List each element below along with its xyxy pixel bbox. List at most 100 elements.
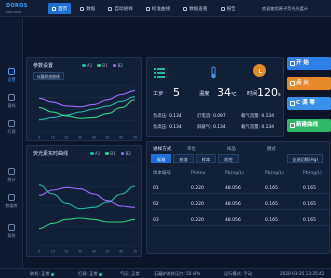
settings-icon [8, 68, 15, 75]
status-value: 手动 [243, 271, 252, 276]
sidebar-item-help[interactable]: 帮助 [0, 224, 23, 239]
chart1-subtitle[interactable]: 仪器状态曲线 [33, 72, 64, 80]
stat-unit: ℃ [231, 92, 237, 98]
sidebar-item-stats[interactable]: 统计 [0, 168, 23, 183]
param-shield: 屏蔽气: 0.134 [197, 124, 226, 130]
chart1-legend: A1 B1 B2 [77, 63, 123, 68]
chart-panel-fluorescence: 荧光素实时曲线 A1 B1 B2 0 10 20 30 40 50 60 70 [26, 145, 142, 257]
x-tick-label: 60 [119, 136, 123, 140]
nav-view[interactable]: 数据查看 [179, 3, 211, 14]
table-cell: 48.056 [225, 218, 241, 223]
sidebar-item-lamp[interactable]: 灯源 [0, 120, 23, 135]
table-cell: 0.165 [265, 186, 278, 191]
table-option-sample[interactable]: 样品 [227, 146, 236, 152]
help-icon [8, 224, 15, 231]
status-bar: 联机: 正常 灯源: 正常 气压: 正常 石蘑炉进样压力: 50 kPa 运行模… [0, 268, 331, 278]
chart2-svg: 0 10 20 30 40 50 60 70 [38, 165, 137, 254]
element-select[interactable]: 全选切换(Hg) [287, 154, 323, 163]
nav-label: 数据 [86, 6, 96, 12]
table-row[interactable]: 02 0.220 48.056 0.165 0.165 [153, 200, 329, 210]
stat-unit: s [278, 92, 281, 98]
legend-label: A1 [87, 63, 93, 68]
zero-button[interactable]: C 调 零 [287, 97, 331, 110]
param-label: 载气流量: [241, 114, 261, 119]
status-dot [51, 272, 55, 276]
table-cell: 48.056 [225, 186, 241, 191]
param-flow: 载气流量: 0.134 [241, 113, 274, 119]
chart2-legend: A1 B1 B2 [85, 151, 131, 156]
param-current: 灯电流: 0.097 [197, 113, 226, 119]
status-connection: 联机: 正常 [30, 269, 55, 278]
zero-icon [290, 101, 295, 106]
x-tick-label: 0 [38, 136, 40, 140]
chart-panel-status: 参数设置 A1 B1 B2 仪器状态曲线 0 10 20 30 40 50 60 70 [26, 57, 142, 141]
top-bar: DOROS MAS 2020 首页 数据 自动进样 标准曲线 数据查看 报告 欢… [0, 0, 331, 17]
x-tick-label: 40 [92, 250, 96, 254]
x-tick-label: 30 [78, 136, 82, 140]
status-label: 运行模式: [224, 271, 243, 276]
table-row[interactable]: 03 0.220 48.056 0.165 0.165 [153, 216, 329, 226]
nav-data[interactable]: 数据 [76, 3, 99, 14]
list-icon [153, 64, 166, 78]
legend-dot [112, 63, 117, 68]
sidebar-label: 数据库 [5, 203, 18, 208]
x-tick-label: 10 [51, 250, 55, 254]
legend-label: B2 [125, 151, 131, 156]
tab-calibration[interactable]: 校准 [173, 154, 194, 163]
param-label: 载气流量: [241, 125, 261, 130]
nav-autosampler[interactable]: 自动进样 [104, 3, 136, 14]
status-label: 联机: [30, 271, 40, 276]
param-value: 0.134 [261, 125, 275, 130]
param-flow-2: 载气流量: 0.134 [241, 124, 274, 130]
tab-standard[interactable]: 标准 [151, 154, 172, 163]
column-header: Pb(ng/L) [265, 171, 284, 176]
table-title: 进样方式 [153, 147, 172, 152]
stat-value: 5 [173, 86, 180, 99]
status-pressure: 石蘑炉进样压力: 50 kPa [154, 269, 200, 278]
sidebar-item-baseline[interactable]: 基线 [0, 94, 23, 109]
tab-sample[interactable]: 样本 [195, 154, 217, 163]
brand-logo: DOROS MAS 2020 [6, 3, 28, 15]
curve-icon [145, 6, 150, 11]
status-value: 正常 [41, 271, 50, 276]
legend-dot [82, 63, 86, 68]
new-curve-button[interactable]: 新建曲线 [287, 119, 331, 132]
status-value: 正常 [131, 271, 140, 276]
status-label: 石蘑炉进样压力: [154, 271, 185, 276]
sidebar: 设置 基线 灯源 统计 数据库 帮助 [0, 18, 23, 270]
button-label: 新建曲线 [296, 122, 319, 128]
legend-item: A1 [82, 63, 92, 68]
thermometer-icon-svg [211, 66, 216, 79]
legend-dot [90, 151, 94, 156]
table-option-unit[interactable]: 单位 [187, 146, 196, 152]
series-line-B1 [38, 217, 136, 230]
legend-dot [97, 63, 101, 68]
thermometer-icon [207, 64, 220, 79]
table-cell: 01 [153, 186, 159, 191]
chart2-title: 荧光素实时曲线 [33, 151, 69, 157]
x-tick-label: 50 [106, 136, 110, 140]
table-option-mode[interactable]: 模式 [267, 146, 276, 152]
table-cell: 0.165 [265, 218, 278, 223]
new-curve-icon [290, 123, 295, 128]
stat-number: 34 [217, 86, 231, 99]
stat-value: 120s [257, 86, 281, 99]
start-button[interactable]: 开 始 [287, 57, 331, 70]
view-icon [183, 6, 188, 11]
lamp-icon [8, 120, 15, 127]
x-tick-label: 30 [78, 250, 82, 254]
sidebar-item-database[interactable]: 数据库 [0, 194, 23, 209]
series-line-B2 [38, 186, 136, 208]
sidebar-label: 统计 [7, 177, 16, 182]
nav-curve[interactable]: 标准曲线 [142, 3, 174, 14]
param-label: 屏蔽气: [197, 125, 212, 130]
ignite-button[interactable]: 点 火 [287, 77, 331, 90]
stat-label: 温度 [199, 91, 210, 97]
app-window: DOROS MAS 2020 首页 数据 自动进样 标准曲线 数据查看 报告 欢… [0, 0, 331, 278]
tab-qc[interactable]: 质控 [218, 154, 239, 163]
legend-label: B1 [110, 151, 116, 156]
table-row[interactable]: 01 0.220 48.056 0.165 0.165 [153, 184, 329, 194]
nav-report[interactable]: 报告 [217, 3, 240, 14]
nav-home[interactable]: 首页 [48, 3, 72, 14]
sidebar-item-settings[interactable]: 设置 [0, 68, 23, 83]
